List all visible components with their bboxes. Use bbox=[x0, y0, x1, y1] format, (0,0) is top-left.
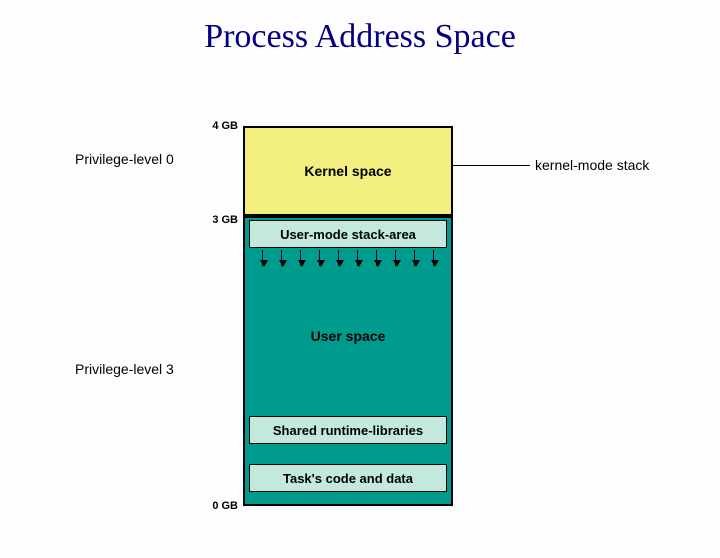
down-arrow-icon bbox=[319, 250, 320, 266]
band-task-code: Task's code and data bbox=[249, 464, 447, 492]
tick-0gb: 0 GB bbox=[188, 500, 238, 512]
down-arrow-icon bbox=[376, 250, 377, 266]
region-user-space: User space bbox=[243, 216, 453, 506]
band-shared-libs-label: Shared runtime-libraries bbox=[273, 423, 423, 438]
diagram-stage: 4 GB 3 GB 0 GB Privilege-level 0 Privile… bbox=[0, 56, 720, 526]
band-task-code-label: Task's code and data bbox=[283, 471, 413, 486]
label-privilege-3: Privilege-level 3 bbox=[75, 361, 174, 377]
down-arrow-icon bbox=[433, 250, 434, 266]
region-kernel-label: Kernel space bbox=[304, 163, 391, 179]
label-privilege-0: Privilege-level 0 bbox=[75, 151, 174, 167]
down-arrow-icon bbox=[414, 250, 415, 266]
band-shared-libs: Shared runtime-libraries bbox=[249, 416, 447, 444]
band-user-mode-stack: User-mode stack-area bbox=[249, 220, 447, 248]
down-arrow-icon bbox=[357, 250, 358, 266]
tick-3gb: 3 GB bbox=[188, 214, 238, 226]
region-kernel-space: Kernel space bbox=[243, 126, 453, 216]
down-arrow-icon bbox=[338, 250, 339, 266]
down-arrow-icon bbox=[281, 250, 282, 266]
band-user-mode-stack-label: User-mode stack-area bbox=[280, 227, 416, 242]
down-arrow-icon bbox=[300, 250, 301, 266]
tick-4gb: 4 GB bbox=[188, 120, 238, 132]
down-arrow-icon bbox=[395, 250, 396, 266]
down-arrow-icon bbox=[262, 250, 263, 266]
label-kernel-mode-stack: kernel-mode stack bbox=[535, 157, 649, 173]
page-title: Process Address Space bbox=[0, 18, 720, 56]
arrow-icon bbox=[445, 165, 530, 166]
region-user-label: User space bbox=[245, 328, 451, 344]
